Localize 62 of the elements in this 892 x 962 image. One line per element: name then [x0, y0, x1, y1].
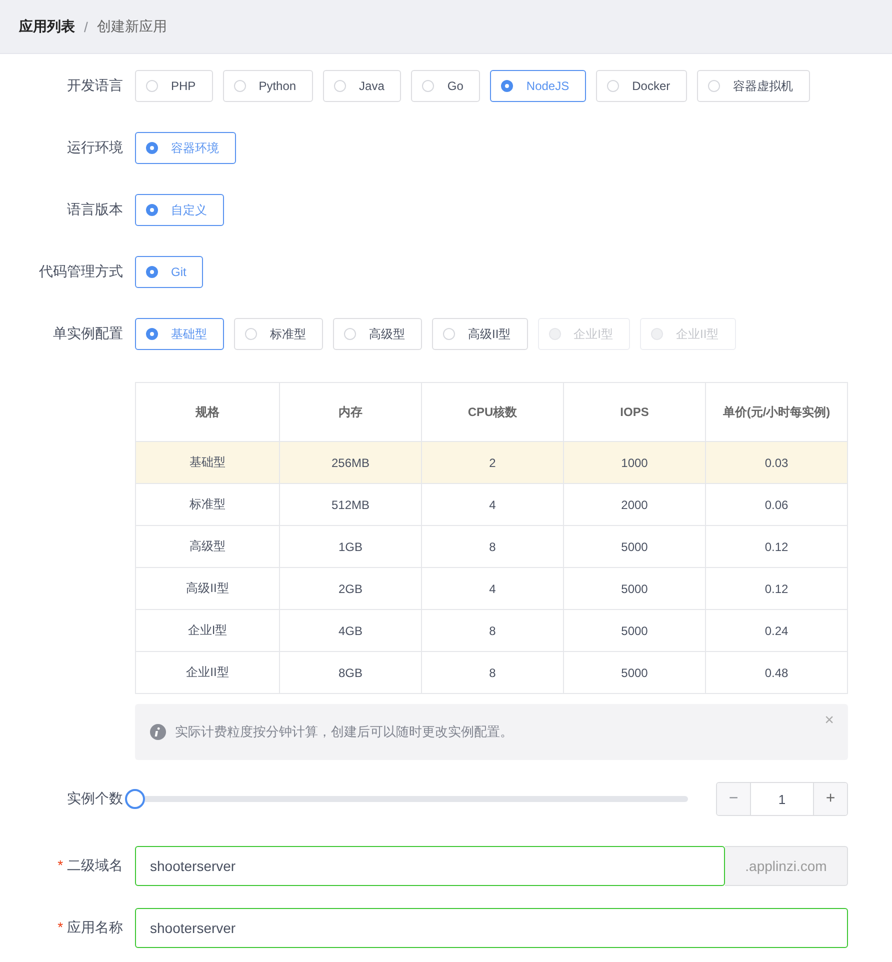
column-header: 单价(元/小时每实例) — [706, 382, 848, 442]
table-cell: 基础型 — [136, 442, 280, 484]
radio-option[interactable]: Go — [411, 70, 480, 102]
increment-button[interactable]: + — [814, 783, 847, 815]
form-label: 单实例配置 — [52, 325, 123, 343]
table-cell: 1GB — [280, 526, 422, 568]
table-cell: 8 — [422, 610, 564, 652]
table-cell: 0.03 — [706, 442, 848, 484]
column-header: 规格 — [136, 382, 280, 442]
column-header: 内存 — [280, 382, 422, 442]
text-input[interactable]: shooterserver — [135, 846, 725, 886]
radio-option[interactable]: Python — [222, 70, 314, 102]
table-cell: 4 — [422, 568, 564, 610]
column-header: IOPS — [564, 382, 706, 442]
table-cell: 256MB — [280, 442, 422, 484]
radio-option[interactable]: 标准型 — [234, 318, 323, 350]
table-cell: 0.12 — [706, 526, 848, 568]
form-label: 运行环境 — [66, 139, 123, 157]
table-cell: 0.12 — [706, 568, 848, 610]
table-cell: 8GB — [280, 652, 422, 694]
breadcrumb-link[interactable]: 创建新应用 — [96, 18, 167, 36]
breadcrumb-separator: / — [84, 18, 88, 34]
table-cell: 8 — [422, 652, 564, 694]
table-cell: 高级型 — [136, 526, 280, 568]
form-label: 实例个数 — [66, 790, 123, 808]
column-header: CPU核数 — [422, 382, 564, 442]
breadcrumb-link[interactable]: 应用列表 — [19, 18, 75, 36]
table-cell: 1000 — [564, 442, 706, 484]
table-cell: 512MB — [280, 484, 422, 526]
radio-option[interactable]: PHP — [135, 70, 213, 102]
text-input[interactable]: shooterserver — [135, 908, 848, 948]
radio-option[interactable]: 高级II型 — [432, 318, 528, 350]
radio-option[interactable]: 容器虚拟机 — [697, 70, 810, 102]
alert-text: 实际计费粒度按分钟计算，创建后可以随时更改实例配置。 — [175, 723, 513, 741]
form-label: * 应用名称 — [56, 919, 123, 937]
table-cell: 8 — [422, 526, 564, 568]
table-cell: 0.48 — [706, 652, 848, 694]
info-icon — [150, 724, 166, 740]
table-cell: 5000 — [564, 652, 706, 694]
table-cell: 高级II型 — [136, 568, 280, 610]
radio-option[interactable]: Java — [323, 70, 402, 102]
slider-handle[interactable] — [125, 789, 145, 809]
table-cell: 企业II型 — [136, 652, 280, 694]
radio-option[interactable]: Docker — [596, 70, 688, 102]
table-cell: 2 — [422, 442, 564, 484]
radio-option[interactable]: 高级型 — [333, 318, 422, 350]
form-label: * 二级域名 — [56, 857, 123, 875]
table-cell: 标准型 — [136, 484, 280, 526]
domain-suffix: .applinzi.com — [725, 846, 848, 886]
table-cell: 5000 — [564, 610, 706, 652]
table-cell: 2000 — [564, 484, 706, 526]
form-label: 开发语言 — [66, 77, 123, 95]
form-label: 语言版本 — [66, 201, 123, 219]
table-cell: 5000 — [564, 568, 706, 610]
table-cell: 0.24 — [706, 610, 848, 652]
table-cell: 4GB — [280, 610, 422, 652]
form-label: 代码管理方式 — [38, 263, 123, 281]
table-cell: 企业I型 — [136, 610, 280, 652]
table-cell: 0.06 — [706, 484, 848, 526]
table-cell: 4 — [422, 484, 564, 526]
table-cell: 5000 — [564, 526, 706, 568]
table-cell: 2GB — [280, 568, 422, 610]
